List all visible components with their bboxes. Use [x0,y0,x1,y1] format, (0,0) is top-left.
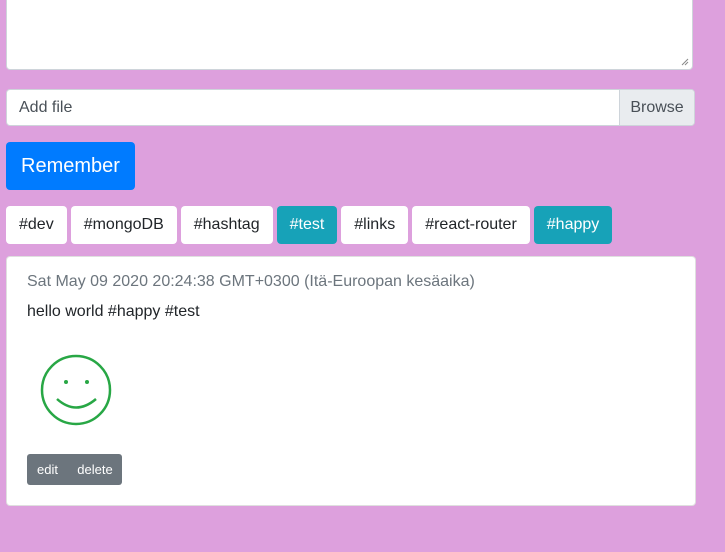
post-text: hello world #happy #test [27,303,200,320]
delete-button[interactable]: delete [68,454,122,485]
tag-button[interactable]: #react-router [412,206,530,244]
post-card: Sat May 09 2020 20:24:38 GMT+0300 (Itä-E… [6,256,696,506]
edit-button[interactable]: edit [27,454,68,485]
tag-filter-bar: #dev #mongoDB #hashtag #test #links #rea… [6,206,613,244]
post-date: Sat May 09 2020 20:24:38 GMT+0300 (Itä-E… [27,273,475,290]
tag-button-active[interactable]: #happy [533,206,613,244]
tag-button[interactable]: #links [341,206,409,244]
post-actions: edit delete [27,454,122,485]
smiley-face-icon [40,354,112,426]
file-input[interactable]: Add file Browse [6,89,695,126]
browse-button[interactable]: Browse [619,90,694,125]
tag-button[interactable]: #hashtag [180,206,273,244]
tag-button-active[interactable]: #test [276,206,338,244]
tag-button[interactable]: #mongoDB [70,206,177,244]
resize-handle-icon[interactable] [681,58,689,66]
tag-button[interactable]: #dev [6,206,67,244]
memo-textarea[interactable] [6,0,693,70]
file-input-label: Add file [19,98,73,116]
remember-button[interactable]: Remember [6,142,135,190]
